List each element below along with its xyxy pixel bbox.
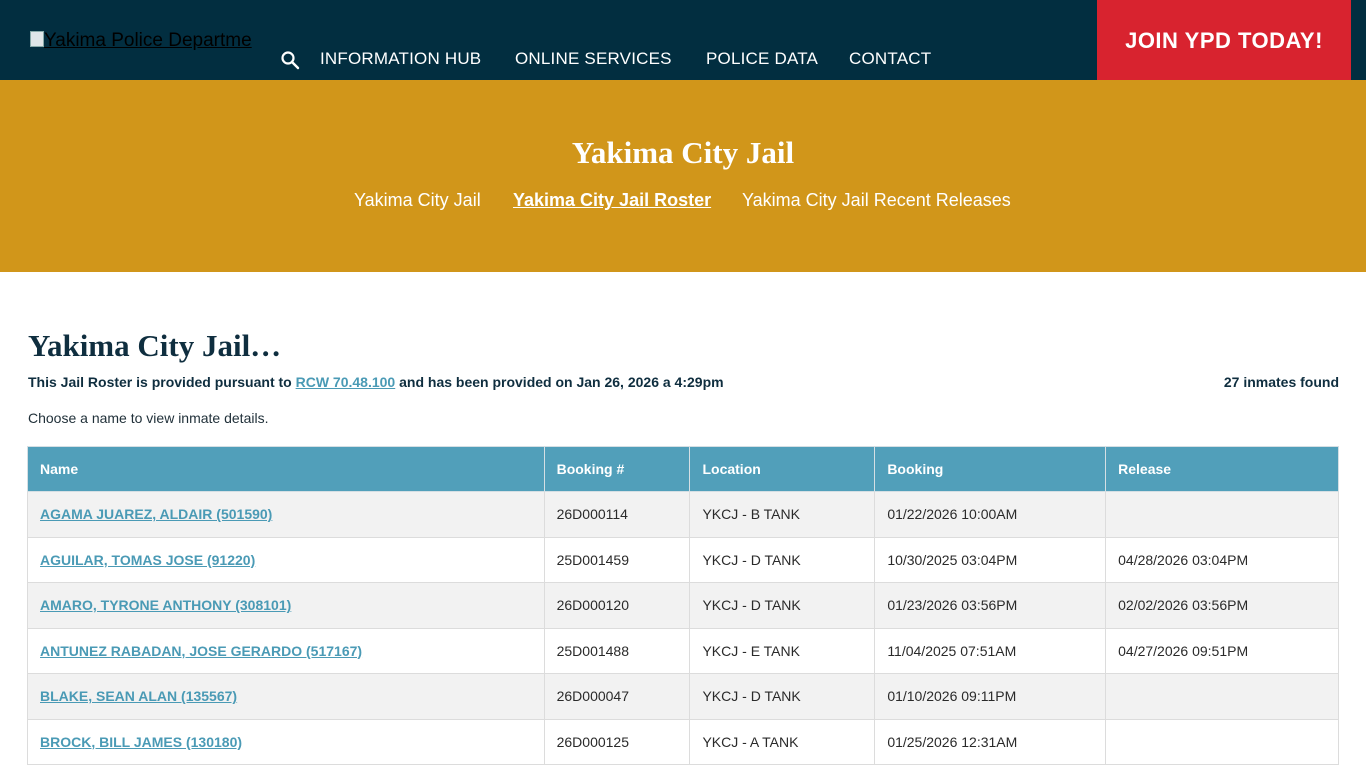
location-cell: YKCJ - B TANK — [689, 491, 876, 538]
inmate-count: 27 inmates found — [1223, 374, 1339, 390]
location-cell: YKCJ - E TANK — [689, 627, 876, 674]
broken-image-icon — [30, 31, 44, 47]
column-header-booking-number[interactable]: Booking # — [543, 446, 691, 492]
release-date-cell: 04/28/2026 03:04PM — [1105, 536, 1339, 583]
nav-item-online-services[interactable]: ONLINE SERVICES — [515, 49, 672, 69]
logo-alt-text[interactable]: Yakima Police Departme — [44, 30, 252, 51]
subnav-yakima-city-jail[interactable]: Yakima City Jail — [354, 190, 481, 211]
booking-date-cell: 10/30/2025 03:04PM — [874, 536, 1107, 583]
page-title: Yakima City Jail… — [28, 328, 282, 363]
rcw-link[interactable]: RCW 70.48.100 — [296, 374, 396, 390]
booking-date-cell: 11/04/2025 07:51AM — [874, 627, 1107, 674]
release-date-cell: 04/27/2026 09:51PM — [1105, 627, 1339, 674]
inmate-name-link[interactable]: AGAMA JUAREZ, ALDAIR (501590) — [40, 506, 272, 522]
booking-date-cell: 01/22/2026 10:00AM — [874, 491, 1107, 538]
booking-number-cell: 25D001459 — [543, 536, 691, 583]
release-date-cell — [1105, 718, 1339, 765]
booking-date-cell: 01/10/2026 09:11PM — [874, 673, 1107, 720]
hero-banner: Yakima City Jail Yakima City Jail Yakima… — [0, 80, 1366, 272]
table-row: BROCK, BILL JAMES (130180) 26D000125 YKC… — [27, 718, 1339, 765]
jail-roster-table: Name Booking # Location Booking Release … — [27, 446, 1339, 765]
column-header-location[interactable]: Location — [689, 446, 876, 492]
booking-number-cell: 26D000120 — [543, 582, 691, 629]
booking-number-cell: 26D000114 — [543, 491, 691, 538]
nav-item-police-data[interactable]: POLICE DATA — [706, 49, 818, 69]
table-header-row: Name Booking # Location Booking Release — [27, 446, 1339, 492]
table-row: AGAMA JUAREZ, ALDAIR (501590) 26D000114 … — [27, 491, 1339, 538]
table-row: AMARO, TYRONE ANTHONY (308101) 26D000120… — [27, 582, 1339, 629]
roster-notice: This Jail Roster is provided pursuant to… — [28, 374, 724, 390]
inmate-name-link[interactable]: BROCK, BILL JAMES (130180) — [40, 734, 242, 750]
inmate-name-link[interactable]: BLAKE, SEAN ALAN (135567) — [40, 688, 237, 704]
site-logo[interactable]: Yakima Police Departme — [30, 30, 266, 54]
subnav-recent-releases[interactable]: Yakima City Jail Recent Releases — [742, 190, 1011, 211]
name-cell: AMARO, TYRONE ANTHONY (308101) — [27, 582, 545, 629]
name-cell: ANTUNEZ RABADAN, JOSE GERARDO (517167) — [27, 627, 545, 674]
search-icon[interactable] — [280, 50, 300, 70]
booking-number-cell: 26D000047 — [543, 673, 691, 720]
booking-number-cell: 26D000125 — [543, 718, 691, 765]
release-date-cell: 02/02/2026 03:56PM — [1105, 582, 1339, 629]
inmate-name-link[interactable]: AMARO, TYRONE ANTHONY (308101) — [40, 597, 291, 613]
column-header-booking[interactable]: Booking — [874, 446, 1107, 492]
column-header-name[interactable]: Name — [27, 446, 545, 492]
nav-item-information-hub[interactable]: INFORMATION HUB — [320, 49, 481, 69]
table-row: AGUILAR, TOMAS JOSE (91220) 25D001459 YK… — [27, 536, 1339, 583]
hero-title: Yakima City Jail — [571, 135, 795, 170]
table-row: ANTUNEZ RABADAN, JOSE GERARDO (517167) 2… — [27, 627, 1339, 674]
subnav-jail-roster[interactable]: Yakima City Jail Roster — [513, 190, 711, 211]
name-cell: AGAMA JUAREZ, ALDAIR (501590) — [27, 491, 545, 538]
table-row: BLAKE, SEAN ALAN (135567) 26D000047 YKCJ… — [27, 673, 1339, 720]
name-cell: BROCK, BILL JAMES (130180) — [27, 718, 545, 765]
join-ypd-button[interactable]: JOIN YPD TODAY! — [1097, 0, 1351, 80]
top-navigation-bar: Yakima Police Departme INFORMATION HUB O… — [0, 0, 1366, 80]
location-cell: YKCJ - A TANK — [689, 718, 876, 765]
nav-item-contact[interactable]: CONTACT — [849, 49, 931, 69]
location-cell: YKCJ - D TANK — [689, 536, 876, 583]
location-cell: YKCJ - D TANK — [689, 582, 876, 629]
release-date-cell — [1105, 673, 1339, 720]
location-cell: YKCJ - D TANK — [689, 673, 876, 720]
booking-number-cell: 25D001488 — [543, 627, 691, 674]
name-cell: AGUILAR, TOMAS JOSE (91220) — [27, 536, 545, 583]
name-cell: BLAKE, SEAN ALAN (135567) — [27, 673, 545, 720]
booking-date-cell: 01/23/2026 03:56PM — [874, 582, 1107, 629]
booking-date-cell: 01/25/2026 12:31AM — [874, 718, 1107, 765]
inmate-name-link[interactable]: ANTUNEZ RABADAN, JOSE GERARDO (517167) — [40, 643, 362, 659]
release-date-cell — [1105, 491, 1339, 538]
notice-suffix: and has been provided on Jan 26, 2026 a … — [395, 374, 724, 390]
notice-prefix: This Jail Roster is provided pursuant to — [28, 374, 296, 390]
column-header-release[interactable]: Release — [1105, 446, 1339, 492]
inmate-name-link[interactable]: AGUILAR, TOMAS JOSE (91220) — [40, 552, 255, 568]
instructions-text: Choose a name to view inmate details. — [28, 410, 269, 426]
